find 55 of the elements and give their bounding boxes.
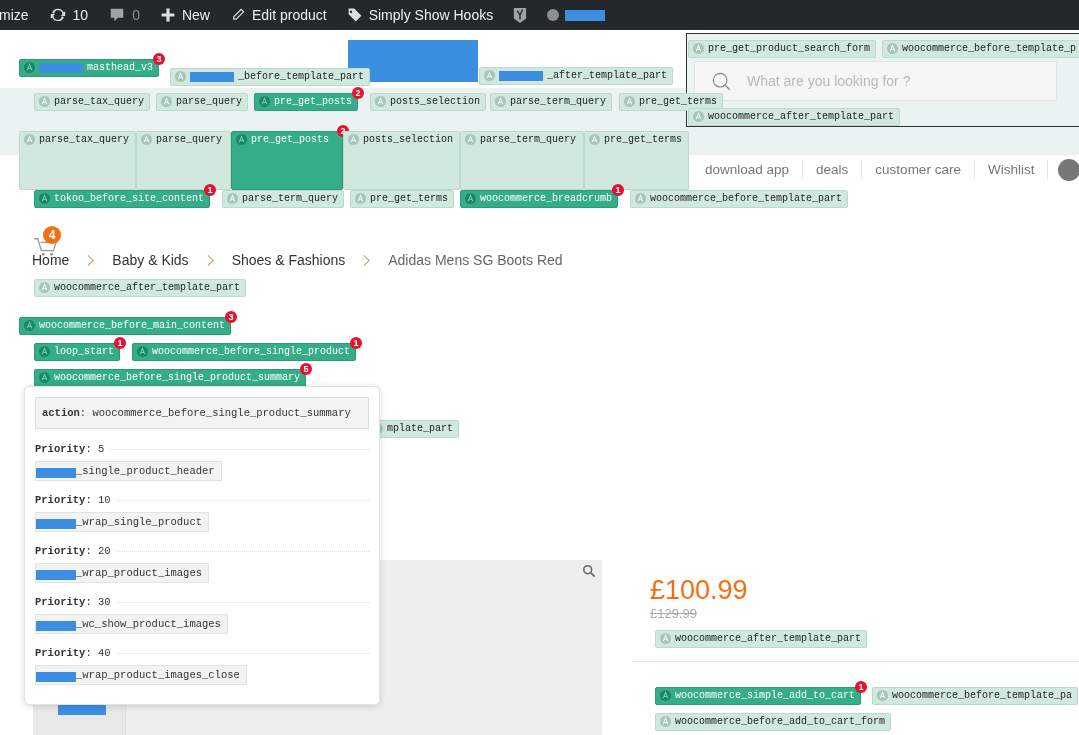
cart-count-badge: 4 (43, 226, 61, 244)
hook-tag[interactable]: woocommerce_before_template_pa (872, 687, 1079, 705)
action-heading: action: woocommerce_before_single_product_summary (35, 397, 369, 429)
count-badge: 1 (114, 337, 126, 349)
hook-tag[interactable]: parse_term_query (222, 190, 344, 208)
hook-tag[interactable]: posts_selection (343, 131, 460, 190)
count-badge: 3 (225, 311, 238, 323)
breadcrumb-link[interactable]: Home (32, 252, 70, 268)
hook-tag[interactable]: woocommerce_before_template_part (630, 190, 849, 208)
breadcrumb-current: Adidas Mens SG Boots Red (388, 252, 563, 268)
hook-tag[interactable]: parse_query (156, 93, 248, 111)
updates-count[interactable]: 10 (72, 7, 89, 23)
old-price: £129.99 (650, 606, 698, 621)
callback-tag: _wrap_single_product (35, 512, 210, 532)
nav-link[interactable]: customer care (862, 160, 975, 180)
count-badge: 5 (300, 363, 313, 375)
callback-tag: _wc_show_product_images (35, 614, 228, 634)
callback-tag: _wrap_product_images (35, 563, 210, 583)
hook-tag[interactable]: woocommerce_after_template_part (655, 630, 868, 648)
hook-tag[interactable]: woocommerce_before_add_to_cart_form (655, 713, 892, 731)
nav-link[interactable]: download app (692, 160, 804, 180)
priority-label: Priority: 40 (35, 647, 111, 659)
hook-tag[interactable]: pre_get_terms (619, 93, 723, 111)
hook-tag[interactable]: woocommerce_before_template_p (882, 40, 1079, 58)
hook-tag[interactable]: woocommerce_after_template_part (34, 279, 247, 297)
priority-label: Priority: 30 (35, 596, 111, 608)
breadcrumb-link[interactable]: Baby & Kids (112, 252, 189, 268)
priority-label: Priority: 20 (35, 545, 111, 557)
callback-tag: _wrap_product_images_close (35, 665, 247, 685)
hook-tag[interactable]: woocommerce_after_template_part (688, 108, 901, 126)
hook-tag[interactable]: _after_template_part (479, 67, 674, 85)
priority-label: Priority: 10 (35, 494, 111, 506)
count-badge: 2 (352, 87, 364, 99)
hook-tag[interactable]: posts_selection (370, 93, 486, 111)
customize-link[interactable]: mize (0, 7, 29, 23)
count-badge: 1 (855, 681, 868, 693)
count-badge: 1 (350, 337, 363, 349)
show-hooks-link[interactable]: Simply Show Hooks (368, 7, 494, 23)
hook-tag[interactable]: parse_tax_query (19, 131, 136, 190)
nav-link[interactable]: deals (803, 160, 863, 180)
count-badge: 3 (153, 53, 165, 65)
comments-count[interactable]: 0 (132, 7, 140, 23)
hook-tag[interactable]: _before_template_part (170, 68, 371, 86)
priority-label: Priority: 5 (35, 443, 105, 455)
product-price: £100.99 (650, 574, 749, 606)
hook-tag[interactable]: parse_term_query (490, 93, 612, 111)
hook-tag[interactable]: pre_get_terms (350, 190, 454, 208)
edit-product-link[interactable]: Edit product (251, 7, 327, 23)
callback-tag: _single_product_header (35, 461, 222, 481)
hook-tag[interactable]: parse_term_query (460, 131, 584, 190)
hook-tag[interactable]: parse_tax_query (34, 93, 150, 111)
new-link[interactable]: New (181, 7, 210, 23)
hook-tag[interactable]: pre_get_product_search_form (688, 40, 877, 58)
nav-link[interactable]: Wishlist (974, 160, 1049, 180)
breadcrumb-link[interactable]: Shoes & Fashions (231, 252, 346, 268)
